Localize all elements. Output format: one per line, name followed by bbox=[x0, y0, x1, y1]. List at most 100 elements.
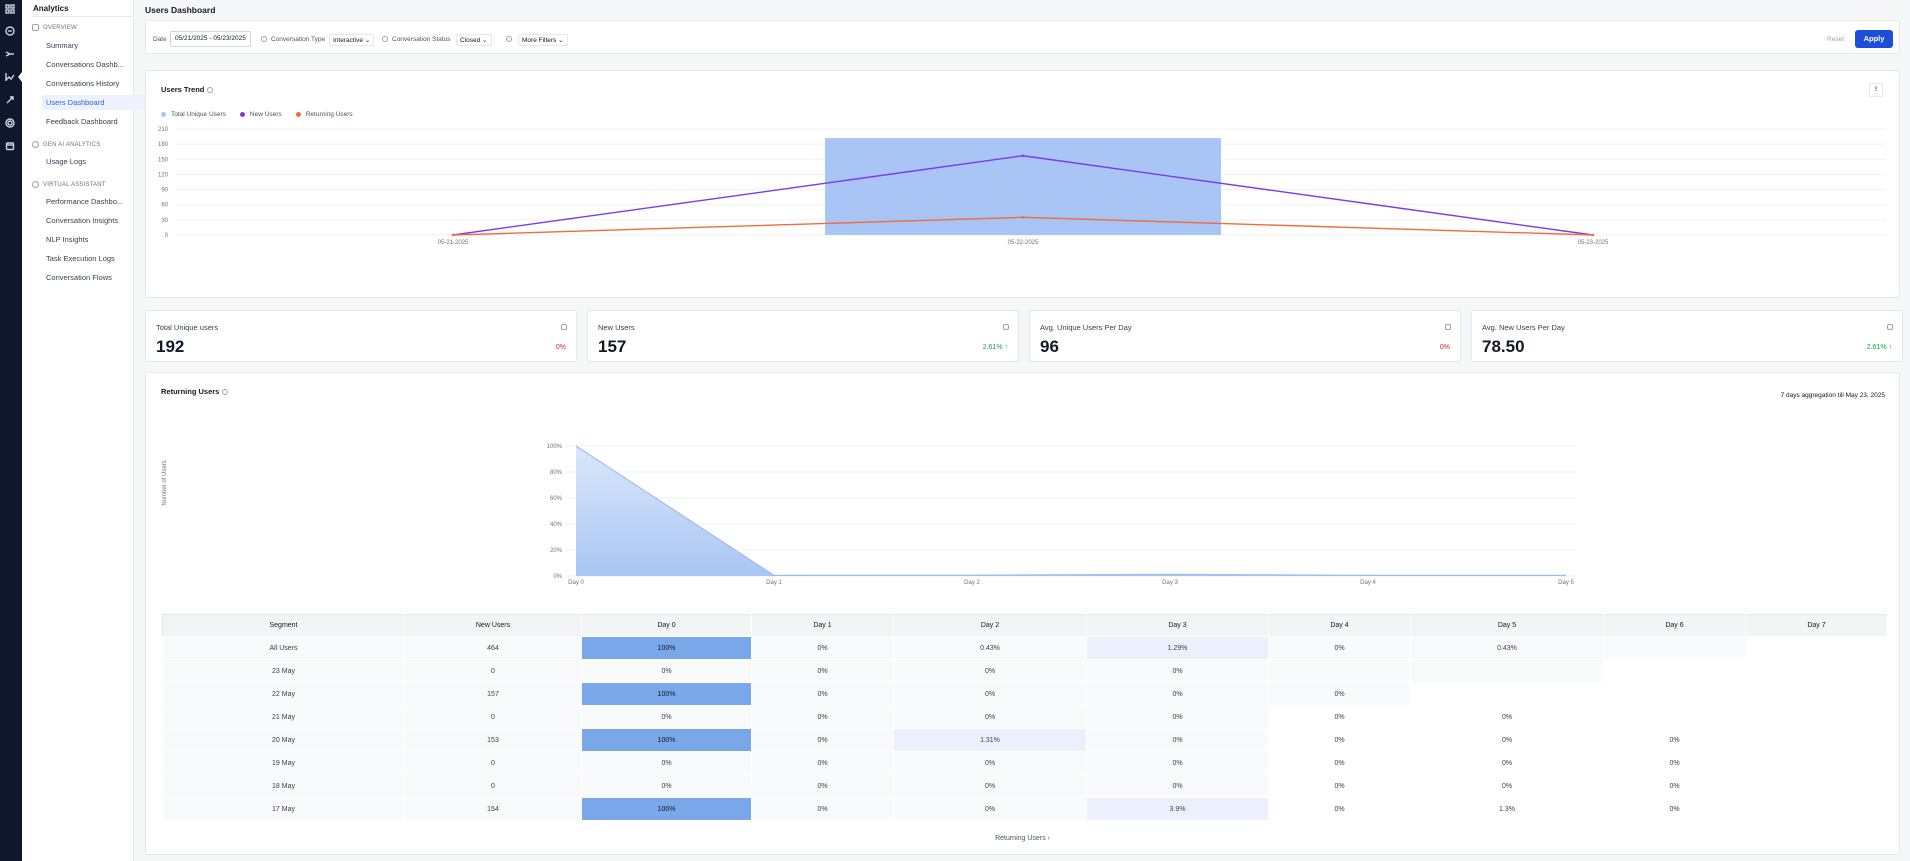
cohort-cell: 0.43% bbox=[1410, 636, 1604, 660]
info-icon bbox=[261, 36, 267, 42]
cohort-cell: 100% bbox=[581, 682, 752, 706]
nav-item-conversation-flows[interactable]: Conversation Flows bbox=[42, 270, 150, 285]
more-filters-button[interactable]: More Filters ⌄ bbox=[518, 34, 568, 46]
analytics-icon[interactable] bbox=[3, 70, 17, 84]
rocket-icon[interactable] bbox=[3, 93, 17, 107]
cohort-cell: 17 May bbox=[162, 797, 405, 821]
apply-button[interactable]: Apply bbox=[1855, 30, 1893, 48]
chevron-down-icon: ⌄ bbox=[558, 37, 564, 44]
cohort-cell: 0% bbox=[581, 659, 752, 683]
chat-icon[interactable] bbox=[3, 24, 17, 38]
data-point bbox=[1021, 216, 1025, 219]
cohort-cell: 0% bbox=[893, 682, 1087, 706]
nav-item-summary[interactable]: Summary bbox=[42, 38, 150, 53]
nav-item-task-execution-logs[interactable]: Task Execution Logs bbox=[42, 251, 150, 266]
nav-item-conversations-history[interactable]: Conversations History bbox=[42, 76, 150, 91]
cohort-cell: 0% bbox=[1603, 728, 1746, 752]
data-point bbox=[451, 233, 455, 237]
kpi-avg-unique-users: Avg. Unique Users Per Day 96 0% bbox=[1029, 310, 1461, 362]
reset-button[interactable]: Reset bbox=[1827, 36, 1844, 43]
cohort-cell: 0% bbox=[1268, 705, 1411, 729]
gear-icon[interactable] bbox=[3, 116, 17, 130]
cohort-cell: 3.9% bbox=[1086, 797, 1269, 821]
cohort-cell: 0% bbox=[893, 797, 1087, 821]
cohort-cell: 153 bbox=[404, 728, 582, 752]
returning-users-link[interactable]: Returning Users › bbox=[146, 835, 1899, 842]
cohort-cell: 0 bbox=[404, 705, 582, 729]
date-label: Date bbox=[153, 36, 167, 43]
cohort-cell: 0% bbox=[1086, 728, 1269, 752]
nav-divider bbox=[32, 16, 132, 17]
cohort-cell: 0% bbox=[1603, 797, 1746, 821]
kpi-title: Total Unique users bbox=[156, 323, 219, 332]
table-row: 17 May 154 100% 0% 0% 3.9% 0% 1.3% 0% bbox=[162, 797, 1888, 821]
flow-icon[interactable] bbox=[3, 47, 17, 61]
x-tick-label: Day 0 bbox=[568, 580, 584, 586]
nav-item-conversation-insights[interactable]: Conversation Insights bbox=[42, 213, 150, 228]
conversation-type-select[interactable]: Interactive ⌄ bbox=[329, 34, 375, 46]
cohort-cell: 0% bbox=[1086, 682, 1269, 706]
monitor-icon bbox=[32, 24, 39, 31]
kpi-value: 78.50 bbox=[1482, 337, 1525, 356]
nav-item-feedback-dashboard[interactable]: Feedback Dashboard bbox=[42, 114, 150, 129]
cohort-header-cell: Day 5 bbox=[1410, 614, 1604, 637]
filter-bar: Date 05/21/2025 - 05/23/2025 Conversatio… bbox=[145, 20, 1900, 54]
cohort-cell: 21 May bbox=[162, 705, 405, 729]
cohort-header-cell: Day 6 bbox=[1603, 614, 1746, 637]
nav-item-users-dashboard[interactable]: Users Dashboard bbox=[42, 95, 150, 110]
main-content: Users Dashboard Date 05/21/2025 - 05/23/… bbox=[135, 0, 1910, 861]
y-tick-label: 210 bbox=[158, 127, 169, 133]
nav-section-gen-ai: GEN AI ANALYTICS bbox=[32, 141, 100, 148]
cohort-header-row: Segment New Users Day 0 Day 1 Day 2 Day 3 Day … bbox=[162, 614, 1888, 637]
cohort-header-cell: Day 4 bbox=[1268, 614, 1411, 637]
nav-item-usage-logs[interactable]: Usage Logs bbox=[42, 154, 150, 169]
cohort-cell bbox=[1603, 705, 1746, 729]
info-icon bbox=[1887, 324, 1893, 330]
org-icon[interactable] bbox=[3, 2, 17, 16]
y-tick-label: 120 bbox=[158, 172, 169, 178]
cohort-cell: 0% bbox=[1410, 705, 1604, 729]
kpi-title: Avg. Unique Users Per Day bbox=[1040, 323, 1132, 332]
cohort-cell bbox=[1603, 682, 1746, 706]
cohort-cell bbox=[1745, 774, 1888, 798]
data-point bbox=[1021, 154, 1025, 157]
cohort-cell: 0% bbox=[1410, 774, 1604, 798]
returning-users-card: Returning Users 7 days aggregation till … bbox=[145, 372, 1900, 855]
cohort-header-cell: Segment bbox=[162, 614, 405, 637]
kpi-value: 192 bbox=[156, 337, 185, 356]
cohort-cell: 0% bbox=[1268, 774, 1411, 798]
nav-item-conversations-dashboard[interactable]: Conversations Dashb... bbox=[42, 57, 150, 72]
conversation-status-select[interactable]: Closed ⌄ bbox=[456, 34, 492, 46]
cohort-cell: 0% bbox=[751, 797, 894, 821]
cohort-cell bbox=[1410, 659, 1604, 683]
x-tick-label: 05-22-2025 bbox=[1008, 240, 1039, 246]
cohort-cell: 23 May bbox=[162, 659, 405, 683]
cohort-cell: 0% bbox=[751, 682, 894, 706]
app-rail bbox=[0, 0, 22, 861]
table-row: 20 May 153 100% 0% 1.31% 0% 0% 0% 0% bbox=[162, 728, 1888, 752]
date-range-input[interactable]: 05/21/2025 - 05/23/2025 bbox=[170, 31, 251, 47]
cohort-cell: 0% bbox=[893, 751, 1087, 775]
cohort-cell: 0% bbox=[751, 751, 894, 775]
y-tick-label: 40% bbox=[550, 522, 563, 528]
y-tick-label: 60% bbox=[550, 496, 563, 502]
kpi-avg-new-users: Avg. New Users Per Day 78.50 2.61% ↑ bbox=[1471, 310, 1903, 362]
cohort-cell: 0% bbox=[1603, 751, 1746, 775]
y-tick-label: 0% bbox=[553, 574, 562, 580]
nav-item-performance-dashboard[interactable]: Performance Dashbo... bbox=[42, 194, 150, 209]
more-filters-label: More Filters bbox=[522, 37, 557, 44]
cohort-cell: 464 bbox=[404, 636, 582, 660]
info-icon bbox=[506, 36, 512, 42]
cohort-cell: 0% bbox=[893, 659, 1087, 683]
cohort-cell: 0 bbox=[404, 659, 582, 683]
y-tick-label: 20% bbox=[550, 548, 563, 554]
box-icon[interactable] bbox=[3, 139, 17, 153]
data-point bbox=[1591, 233, 1595, 237]
nav-item-nlp-insights[interactable]: NLP Insights bbox=[42, 232, 150, 247]
cohort-cell: 0% bbox=[751, 705, 894, 729]
assistant-icon bbox=[32, 181, 39, 188]
cohort-cell: 0% bbox=[1410, 751, 1604, 775]
chevron-down-icon: ⌄ bbox=[364, 37, 371, 44]
table-row: 23 May 0 0% 0% 0% 0% bbox=[162, 659, 1888, 683]
chevron-down-icon: ⌄ bbox=[482, 37, 488, 44]
